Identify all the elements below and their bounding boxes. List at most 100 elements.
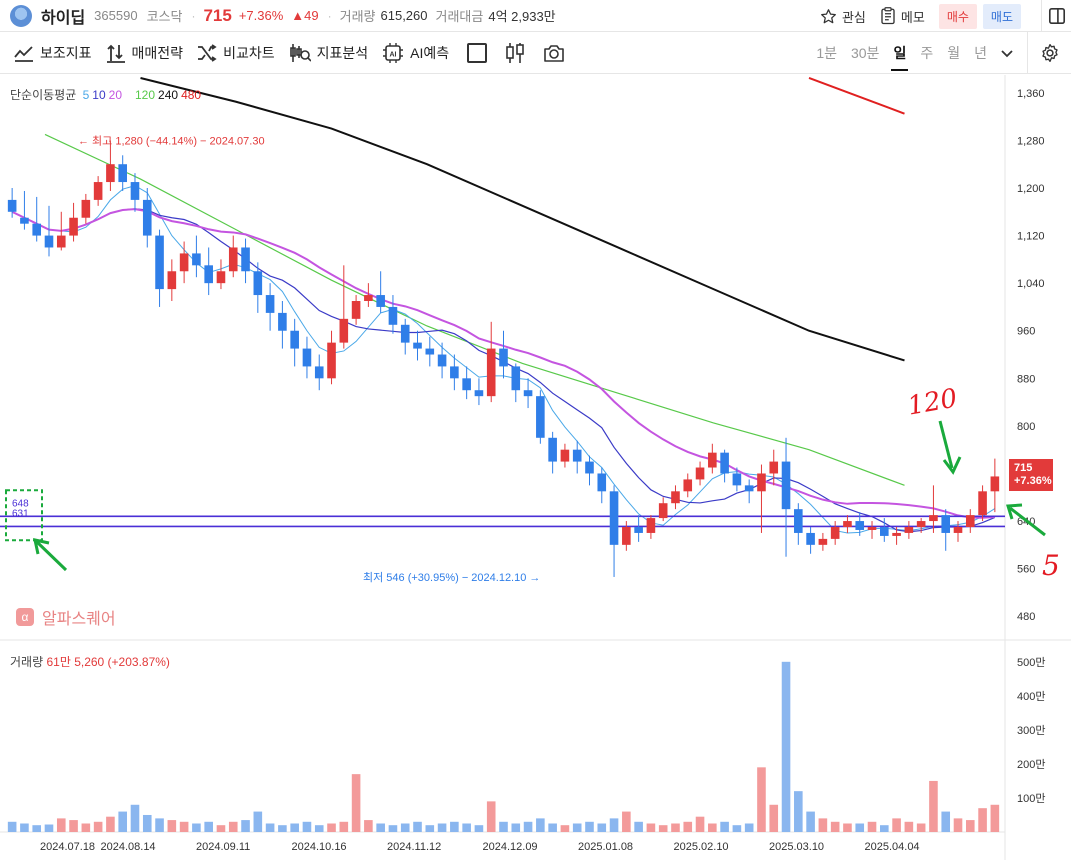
annotation-5: 5	[1042, 549, 1060, 582]
y-tick-label: 1,360	[1017, 88, 1045, 100]
volume-bar	[44, 824, 54, 832]
volume-bar	[744, 823, 754, 832]
buy-button[interactable]: 매수	[938, 3, 977, 29]
indicators-button[interactable]: 보조지표	[14, 43, 92, 63]
candle-type-button[interactable]	[505, 42, 525, 64]
volume-bar	[941, 811, 951, 832]
volume-tick-label: 300만	[1017, 724, 1045, 737]
candle-body	[155, 235, 164, 290]
volume-bar	[880, 825, 889, 832]
alphasquare-logo-icon: α	[16, 608, 34, 626]
y-tick-label: 880	[1017, 373, 1035, 385]
candle-body	[216, 271, 226, 284]
x-tick-label: 2024.11.12	[387, 841, 441, 853]
x-tick-label: 2024.08.14	[101, 841, 156, 853]
strategy-button[interactable]: 매매전략	[106, 43, 183, 63]
candle-body	[7, 199, 17, 212]
volume-bar	[130, 804, 140, 832]
timeframe-day[interactable]: 일	[891, 43, 909, 71]
candle-body	[20, 217, 29, 224]
ma-period-20[interactable]: 20	[109, 88, 122, 102]
y-tick-label: 1,200	[1017, 183, 1045, 195]
memo-button[interactable]: 메모	[880, 7, 925, 26]
volume-bar	[474, 825, 484, 832]
candle-body	[855, 521, 865, 530]
volume-bar	[265, 823, 275, 832]
trade-amount-value: 4억 2,933만	[488, 9, 556, 24]
volume-legend: 거래량 61만 5,260 (+203.87%)	[10, 653, 170, 670]
candle-body	[658, 503, 668, 519]
volume-bar	[855, 823, 865, 832]
ma-period-240[interactable]: 240	[158, 88, 178, 102]
ma-line-480	[808, 77, 905, 115]
ma-period-480[interactable]: 480	[181, 88, 201, 102]
y-tick-label: 1,040	[1017, 278, 1045, 290]
volume-bar	[388, 825, 398, 832]
volume-bar	[486, 801, 496, 832]
volume-bar	[241, 820, 250, 832]
candle-body	[880, 527, 889, 536]
volume-bar	[56, 818, 66, 832]
candle-body	[462, 378, 471, 391]
ma-period-120[interactable]: 120	[135, 88, 155, 102]
stock-name: 하이딥	[41, 9, 86, 27]
volume-bar	[93, 821, 103, 832]
candle-body	[290, 330, 299, 349]
x-tick-label: 2024.12.09	[483, 841, 538, 853]
volume-bar	[462, 823, 471, 832]
current-price: 715	[203, 5, 232, 25]
timeframe-30min[interactable]: 30분	[851, 43, 879, 63]
candle-body	[695, 467, 705, 480]
compare-chart-button[interactable]: 비교차트	[197, 43, 275, 63]
ma-period-10[interactable]: 10	[92, 88, 105, 102]
chart-canvas[interactable]: 648631 1,3601,2801,2001,1201,04096088080…	[0, 75, 1071, 860]
volume-bar	[32, 825, 42, 832]
level-label-631: 631	[12, 508, 29, 519]
volume-bar	[867, 821, 877, 832]
volume-bar	[916, 823, 926, 832]
volume-bar	[155, 818, 164, 832]
volume-bar	[425, 825, 435, 832]
volume-bar	[81, 823, 91, 832]
volume-bar	[978, 808, 987, 832]
candle-body	[327, 342, 336, 379]
screenshot-button[interactable]	[543, 44, 565, 62]
indicator-analysis-button[interactable]: 지표분석	[289, 43, 369, 63]
volume-bar	[585, 821, 594, 832]
candle-body	[867, 527, 877, 530]
volume-bar	[351, 774, 361, 832]
timeframe-year[interactable]: 년	[974, 43, 987, 63]
candle-body	[192, 253, 201, 266]
candle-body	[339, 318, 349, 343]
star-icon	[821, 8, 836, 23]
ai-predict-label: AI예측	[410, 44, 450, 61]
strategy-icon	[106, 44, 125, 63]
indicator-analysis-label: 지표분석	[316, 44, 369, 61]
y-tick-label: 1,280	[1017, 135, 1045, 147]
compare-chart-label: 비교차트	[223, 44, 275, 61]
timeframe-1min[interactable]: 1분	[816, 43, 837, 63]
ma-legend[interactable]: 단순이동평균 5 10 20 120 240 480	[10, 86, 207, 103]
panel-toggle-button[interactable]	[1041, 0, 1071, 32]
timeframe-week[interactable]: 주	[920, 43, 933, 63]
ma-period-5[interactable]: 5	[83, 88, 90, 102]
watchlist-button[interactable]: 관심	[820, 7, 866, 26]
price-chart[interactable]: 648 631 1,360 1,280 1,200 1,120 1,040 960 880 80…	[0, 75, 1071, 860]
candle-body	[671, 491, 680, 504]
timeframe-month[interactable]: 월	[947, 43, 960, 63]
x-tick-label: 2025.02.10	[674, 841, 729, 853]
sell-button[interactable]: 매도	[982, 3, 1021, 29]
y-tick-label: 480	[1017, 611, 1035, 623]
x-tick-label: 2024.10.16	[292, 841, 347, 853]
settings-button[interactable]	[1027, 32, 1071, 74]
y-tick-label: 800	[1017, 421, 1035, 433]
candle-body	[142, 199, 152, 236]
draw-rectangle-button[interactable]	[467, 42, 488, 63]
y-tick-label: 1,120	[1017, 231, 1045, 243]
candle-body	[511, 366, 521, 391]
candle-body	[56, 235, 66, 248]
candle-body	[572, 449, 582, 462]
volume-bar	[7, 821, 17, 832]
ai-predict-button[interactable]: AI AI예측	[382, 42, 449, 64]
chevron-down-icon[interactable]	[1001, 45, 1013, 61]
